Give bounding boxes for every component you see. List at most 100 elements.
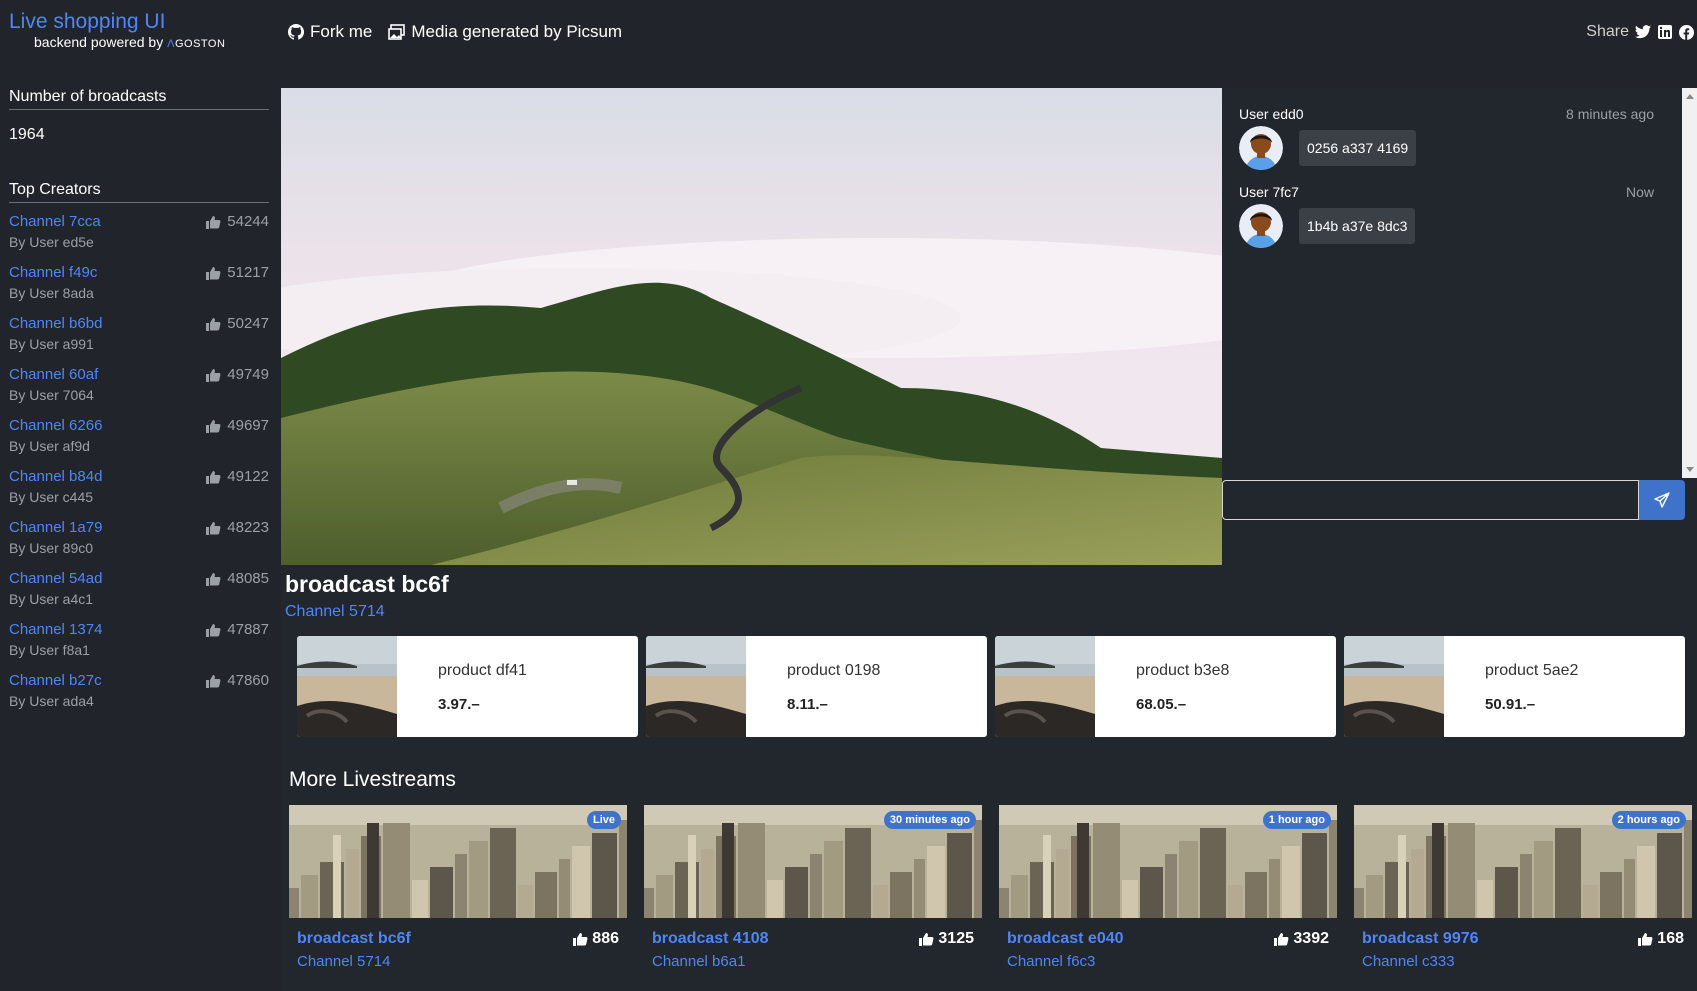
livestream-channel-link[interactable]: Channel c333 <box>1362 953 1455 970</box>
picsum-link[interactable]: Media generated by Picsum <box>388 22 622 42</box>
product-name: product b3e8 <box>1136 662 1230 679</box>
creator-likes: 51217 <box>206 264 269 281</box>
livestream-channel-link[interactable]: Channel f6c3 <box>1007 953 1095 970</box>
livestream-title-link[interactable]: broadcast e040 <box>1007 930 1124 948</box>
status-badge: 1 hour ago <box>1262 811 1331 829</box>
chat-time: Now <box>1625 184 1654 200</box>
twitter-icon[interactable] <box>1634 24 1651 41</box>
product-image <box>646 636 746 737</box>
thumbs-up-icon <box>206 266 221 280</box>
creator-likes: 49697 <box>206 417 269 434</box>
creator-item: Channel 1a79 By User 89c0 48223 <box>9 519 269 570</box>
scroll-down-arrow[interactable] <box>1686 467 1694 472</box>
images-icon <box>388 24 406 40</box>
scroll-up-arrow[interactable] <box>1686 94 1694 99</box>
share-bar: Share <box>1586 23 1695 41</box>
linkedin-icon[interactable] <box>1656 24 1673 41</box>
product-image <box>995 636 1095 737</box>
livestream-likes: 3125 <box>919 930 974 948</box>
chat-panel: User edd0 8 minutes ago 0256 a337 4169 U… <box>1222 88 1697 565</box>
livestream-likes-count: 168 <box>1657 930 1684 947</box>
product-image <box>1344 636 1444 737</box>
creator-likes-count: 48223 <box>227 519 269 536</box>
creator-user: By User ed5e <box>9 234 94 250</box>
product-card[interactable]: product 0198 8.11.– <box>646 636 987 737</box>
creator-user: By User f8a1 <box>9 642 90 658</box>
livestream-channel-link[interactable]: Channel b6a1 <box>652 953 745 970</box>
product-card[interactable]: product df41 3.97.– <box>297 636 638 737</box>
livestream-thumbnail[interactable]: 1 hour ago <box>999 805 1337 918</box>
brand[interactable]: Live shopping UI backend powered by ΛGOS… <box>9 10 225 50</box>
chat-user: User 7fc7 <box>1239 184 1299 200</box>
thumbs-up-icon <box>206 470 221 484</box>
creator-likes: 49749 <box>206 366 269 383</box>
chat-bubble: 1b4b a37e 8dc3 <box>1299 208 1416 244</box>
creator-user: By User a4c1 <box>9 591 94 607</box>
product-list: product df41 3.97.– product 0198 8.11.– prod… <box>297 636 1685 737</box>
thumbs-up-icon <box>206 215 221 229</box>
product-card[interactable]: product 5ae2 50.91.– <box>1344 636 1685 737</box>
chat-input[interactable] <box>1222 480 1639 520</box>
livestream-list: Live broadcast bc6f Channel 5714 886 30 minu… <box>289 805 1692 991</box>
creator-item: Channel f49c By User 8ada 51217 <box>9 264 269 315</box>
livestream-thumbnail[interactable]: Live <box>289 805 627 918</box>
broadcast-video-frame <box>281 88 1222 565</box>
thumbs-up-icon <box>1274 933 1289 946</box>
product-price: 68.05.– <box>1136 696 1187 713</box>
livestream-thumbnail[interactable]: 30 minutes ago <box>644 805 982 918</box>
status-badge: 30 minutes ago <box>883 811 976 829</box>
creator-item: Channel 7cca By User ed5e 54244 <box>9 213 269 264</box>
avatar <box>1239 126 1283 170</box>
livestream-title-link[interactable]: broadcast bc6f <box>297 930 411 948</box>
video-player[interactable] <box>281 88 1222 565</box>
broadcasts-count: 1964 <box>9 126 45 143</box>
livestream-likes-count: 3392 <box>1293 930 1329 947</box>
thumbs-up-icon <box>206 317 221 331</box>
creator-item: Channel b84d By User c445 49122 <box>9 468 269 519</box>
chat-scrollbar[interactable] <box>1682 88 1697 478</box>
send-button[interactable] <box>1639 480 1685 520</box>
livestream-card[interactable]: 1 hour ago broadcast e040 Channel f6c3 3392 <box>999 805 1337 991</box>
thumbs-up-icon <box>919 933 934 946</box>
livestream-title-link[interactable]: broadcast 4108 <box>652 930 769 948</box>
thumbs-up-icon <box>1638 933 1653 946</box>
creator-likes-count: 51217 <box>227 264 269 281</box>
livestream-thumbnail[interactable]: 2 hours ago <box>1354 805 1692 918</box>
thumbs-up-icon <box>206 521 221 535</box>
creator-item: Channel b27c By User ada4 47860 <box>9 672 269 723</box>
brand-subtitle: backend powered by ΛGOSTON <box>34 34 225 50</box>
creator-likes-count: 50247 <box>227 315 269 332</box>
creator-likes-count: 47887 <box>227 621 269 638</box>
chat-messages[interactable]: User edd0 8 minutes ago 0256 a337 4169 U… <box>1222 88 1690 478</box>
livestream-channel-link[interactable]: Channel 5714 <box>297 953 390 970</box>
app-title[interactable]: Live shopping UI <box>9 10 225 34</box>
subtitle-text: backend powered by <box>34 34 164 50</box>
broadcast-channel-link[interactable]: Channel 5714 <box>285 603 385 621</box>
fork-me-link[interactable]: Fork me <box>288 22 372 42</box>
product-name: product 5ae2 <box>1485 662 1579 679</box>
livestream-card[interactable]: 30 minutes ago broadcast 4108 Channel b6a1… <box>644 805 982 991</box>
creator-user: By User c445 <box>9 489 94 505</box>
top-nav: Fork me Media generated by Picsum <box>288 22 622 42</box>
livestream-card[interactable]: Live broadcast bc6f Channel 5714 886 <box>289 805 627 991</box>
livestream-card[interactable]: 2 hours ago broadcast 9976 Channel c333 168 <box>1354 805 1692 991</box>
product-card[interactable]: product b3e8 68.05.– <box>995 636 1336 737</box>
product-image <box>297 636 397 737</box>
product-price: 3.97.– <box>438 696 480 713</box>
facebook-icon[interactable] <box>1678 24 1695 41</box>
livestream-likes: 168 <box>1638 930 1684 948</box>
header: Live shopping UI backend powered by ΛGOS… <box>0 0 1697 66</box>
fork-me-label: Fork me <box>310 22 373 41</box>
livestream-title-link[interactable]: broadcast 9976 <box>1362 930 1479 948</box>
creator-likes-count: 54244 <box>227 213 269 230</box>
github-icon <box>288 24 304 40</box>
thumbs-up-icon <box>206 623 221 637</box>
creator-user: By User 7064 <box>9 387 94 403</box>
product-price: 50.91.– <box>1485 696 1536 713</box>
chat-message: User edd0 8 minutes ago 0256 a337 4169 <box>1239 106 1654 170</box>
main-panel: User edd0 8 minutes ago 0256 a337 4169 U… <box>281 88 1697 991</box>
broadcasts-heading: Number of broadcasts <box>9 88 269 110</box>
creator-item: Channel 6266 By User af9d 49697 <box>9 417 269 468</box>
creator-item: Channel 54ad By User a4c1 48085 <box>9 570 269 621</box>
creator-user: By User ada4 <box>9 693 94 709</box>
